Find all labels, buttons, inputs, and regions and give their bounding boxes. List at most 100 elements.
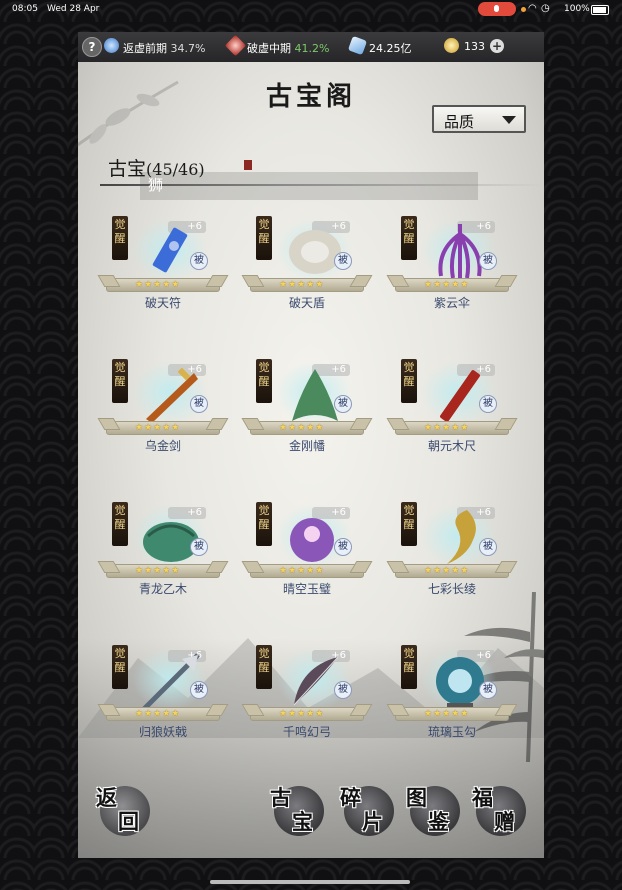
- awaken-banner: 觉醒: [112, 216, 128, 260]
- realm-stage-2-label: 破虚中期: [247, 42, 291, 55]
- star-rating: ★★★★★: [424, 280, 470, 290]
- treasure-pedestal: ★★★★★: [241, 418, 373, 435]
- seal-icon: [244, 160, 252, 170]
- pedestal-wing-left: [386, 561, 410, 573]
- microphone-indicator-icon: [478, 2, 516, 16]
- passive-badge: 被: [479, 395, 497, 413]
- treasure-card[interactable]: 觉醒 +6 被 ★★★★★ 紫云伞: [386, 214, 523, 334]
- treasure-tab-button[interactable]: 古 宝: [270, 785, 324, 836]
- codex-tab-glyph-2: 鉴: [428, 809, 449, 834]
- star-rating: ★★★★★: [279, 566, 325, 576]
- codex-tab-button[interactable]: 图 鉴: [406, 785, 460, 836]
- back-button-glyph-1: 返: [96, 785, 117, 810]
- back-button[interactable]: 返 回: [96, 785, 150, 836]
- home-indicator: [210, 880, 410, 884]
- treasure-name: 金刚幡: [288, 439, 325, 453]
- treasure-name: 晴空玉璧: [282, 582, 331, 596]
- treasure-card[interactable]: 觉醒 +6 被 ★★★★★ 乌金剑: [97, 357, 234, 477]
- privacy-dot-icon: [521, 7, 526, 12]
- wifi-icon: ◠: [528, 3, 537, 14]
- treasure-card[interactable]: 觉醒 +6 被 ★★★★★ 七彩长绫: [386, 500, 523, 620]
- gift-tab-button[interactable]: 福 赠: [472, 785, 526, 836]
- treasure-card[interactable]: 觉醒+6被★★★★★归狼妖戟: [97, 643, 234, 763]
- shield-icon: [289, 230, 341, 274]
- treasure-card[interactable]: 觉醒 +6 被 ★★★★★ 千鸣幻弓: [241, 643, 378, 763]
- quality-filter-dropdown[interactable]: 品质: [432, 105, 526, 133]
- treasure-pedestal: ★★★★★: [97, 704, 229, 721]
- realm-stage-1-percent: 34.7%: [170, 42, 206, 55]
- section-divider: [100, 184, 544, 186]
- pedestal-wing-right: [349, 418, 373, 430]
- passive-badge: 被: [334, 681, 352, 699]
- treasure-tab-glyph-2: 宝: [292, 809, 313, 834]
- star-rating: ★★★★★: [424, 709, 470, 719]
- treasure-card[interactable]: 觉醒 +6 被 ★★★★★ 破天盾: [241, 214, 378, 334]
- overlay-message: 狮: [148, 176, 164, 194]
- fragments-tab-glyph-2: 片: [362, 809, 383, 834]
- passive-badge: 被: [190, 395, 208, 413]
- awaken-banner: 觉醒: [401, 359, 417, 403]
- pedestal-wing-left: [386, 418, 410, 430]
- passive-badge: 被: [479, 538, 497, 556]
- treasure-name: 七彩长绫: [427, 582, 476, 596]
- chevron-down-icon: [502, 116, 516, 124]
- pedestal-wing-right: [349, 704, 373, 716]
- pedestal-wing-right: [205, 704, 229, 716]
- realm-orb-icon: [104, 38, 119, 53]
- treasure-card[interactable]: 觉醒 +6 被 ★★★★★ 晴空玉璧: [241, 500, 378, 620]
- treasure-card[interactable]: 觉醒 +6 被 ★★★★★ 金刚幡: [241, 357, 378, 477]
- awaken-banner: 觉醒: [112, 359, 128, 403]
- sword-icon: [146, 367, 198, 423]
- pedestal-wing-left: [241, 275, 265, 287]
- treasure-pedestal: ★★★★★: [241, 704, 373, 721]
- star-rating: ★★★★★: [424, 566, 470, 576]
- treasure-name: 归狼妖戟: [138, 725, 187, 739]
- treasure-name: 朝元木尺: [427, 439, 476, 453]
- awaken-banner: 觉醒: [401, 216, 417, 260]
- dragon-wood-icon: [143, 522, 199, 562]
- star-rating: ★★★★★: [135, 709, 181, 719]
- treasure-name: 千鸣幻弓: [282, 725, 331, 739]
- bow-icon: [293, 656, 339, 706]
- passive-badge: 被: [334, 538, 352, 556]
- treasure-pedestal: ★★★★★: [241, 275, 373, 292]
- passive-badge: 被: [334, 395, 352, 413]
- awaken-banner: 觉醒: [401, 645, 417, 689]
- star-rating: ★★★★★: [279, 709, 325, 719]
- treasure-name: 青龙乙木: [138, 582, 187, 596]
- pedestal-wing-left: [97, 561, 121, 573]
- star-rating: ★★★★★: [135, 280, 181, 290]
- passive-badge: 被: [190, 538, 208, 556]
- treasure-card[interactable]: 觉醒 +6 被 ★★★★★ 青龙乙木: [97, 500, 234, 620]
- pedestal-wing-right: [494, 275, 518, 287]
- star-rating: ★★★★★: [279, 423, 325, 433]
- awaken-banner: 觉醒: [256, 216, 272, 260]
- halberd-icon: [142, 653, 200, 711]
- fragments-tab-button[interactable]: 碎 片: [340, 785, 394, 836]
- pedestal-wing-right: [494, 561, 518, 573]
- realm-stage-1: 返虚前期 34.7%: [123, 40, 205, 56]
- sword-emblem-icon: [224, 34, 247, 57]
- status-time: 08:05: [12, 4, 38, 14]
- star-rating: ★★★★★: [279, 280, 325, 290]
- back-button-glyph-2: 回: [118, 809, 139, 834]
- treasure-card[interactable]: 觉醒 +6 被 ★★★★★ 朝元木尺: [386, 357, 523, 477]
- resource-bar: ? 返虚前期 34.7% 破虚中期 41.2% 24.25亿 133 +: [78, 32, 544, 62]
- pedestal-wing-right: [349, 275, 373, 287]
- treasure-card[interactable]: 觉醒 +6 被 ★★★★★ 琉璃玉勾: [386, 643, 523, 763]
- treasure-card[interactable]: 觉醒 +6 被 ★★★★★ 破天符: [97, 214, 234, 334]
- awaken-banner: 觉醒: [112, 645, 128, 689]
- treasure-pedestal: ★★★★★: [97, 561, 229, 578]
- help-icon[interactable]: ?: [82, 37, 102, 57]
- add-currency-button[interactable]: +: [490, 39, 504, 53]
- pedestal-wing-left: [386, 275, 410, 287]
- awaken-banner: 觉醒: [401, 502, 417, 546]
- system-status-bar: 08:05 Wed 28 Apr ◠ ◷ 100%: [0, 0, 622, 20]
- pedestal-wing-left: [97, 275, 121, 287]
- battery-icon: [591, 5, 609, 15]
- ribbon-icon: [447, 510, 476, 564]
- treasure-pedestal: ★★★★★: [386, 418, 518, 435]
- treasure-pedestal: ★★★★★: [97, 418, 229, 435]
- treasure-pedestal: ★★★★★: [386, 275, 518, 292]
- pedestal-wing-left: [241, 561, 265, 573]
